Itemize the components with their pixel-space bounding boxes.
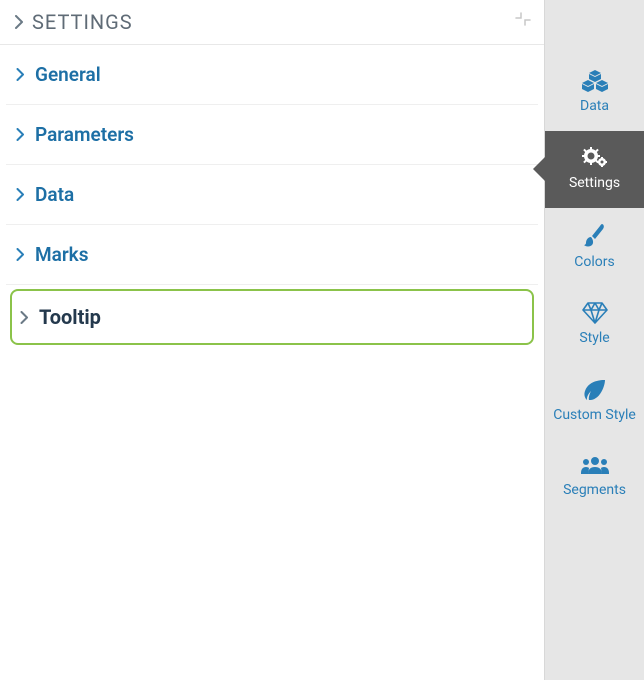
brush-icon [584, 224, 606, 248]
rail-tab-settings[interactable]: Settings [545, 131, 644, 208]
rail-label: Style [579, 330, 609, 347]
rail-label: Segments [563, 482, 626, 499]
chevron-right-icon [20, 311, 29, 324]
panel-title: SETTINGS [32, 10, 133, 34]
rail-label: Colors [574, 254, 614, 271]
settings-panel: SETTINGS General Parameters Data [0, 0, 544, 680]
rail-tab-data[interactable]: Data [545, 54, 644, 131]
section-list: General Parameters Data Marks Tooltip [0, 45, 544, 349]
chevron-right-icon [16, 248, 25, 261]
section-data[interactable]: Data [6, 165, 538, 225]
right-rail: Data Settings Colors [544, 0, 644, 680]
chevron-right-icon [16, 128, 25, 141]
section-label: Tooltip [39, 305, 101, 329]
rail-tab-custom-style[interactable]: Custom Style [545, 363, 644, 440]
collapse-icon[interactable] [514, 10, 532, 28]
leaf-icon [583, 379, 607, 401]
section-tooltip[interactable]: Tooltip [10, 289, 534, 345]
rail-tab-style[interactable]: Style [545, 286, 644, 363]
diamond-icon [582, 302, 608, 324]
rail-tab-colors[interactable]: Colors [545, 208, 644, 287]
chevron-right-icon [14, 15, 24, 29]
section-parameters[interactable]: Parameters [6, 105, 538, 165]
section-label: Marks [35, 243, 88, 266]
users-icon [581, 456, 609, 476]
section-general[interactable]: General [6, 45, 538, 105]
section-label: General [35, 63, 101, 86]
section-label: Data [35, 183, 74, 206]
chevron-right-icon [16, 188, 25, 201]
section-label: Parameters [35, 123, 134, 146]
rail-label: Settings [569, 175, 620, 192]
rail-label: Custom Style [553, 407, 636, 424]
rail-label: Data [580, 98, 609, 115]
cubes-icon [582, 70, 608, 92]
panel-header[interactable]: SETTINGS [0, 0, 544, 45]
chevron-right-icon [16, 68, 25, 81]
rail-tab-segments[interactable]: Segments [545, 440, 644, 515]
section-marks[interactable]: Marks [6, 225, 538, 285]
gears-icon [582, 147, 608, 169]
